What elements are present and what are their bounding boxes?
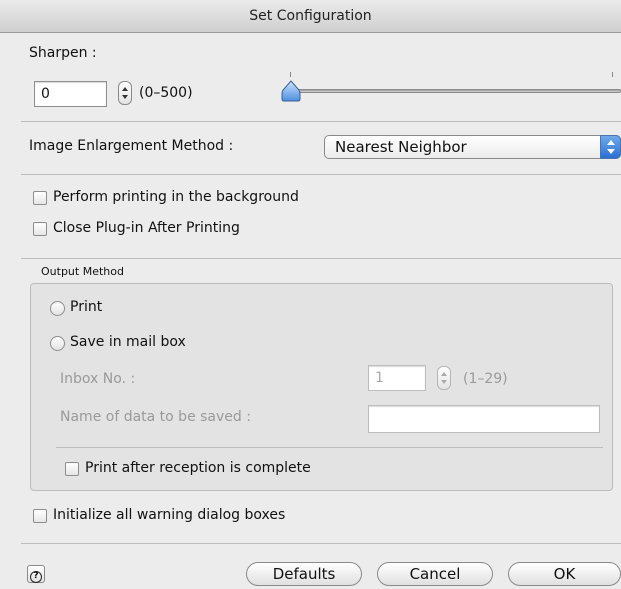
enlargement-selected-value: Nearest Neighbor bbox=[335, 138, 467, 156]
print-after-reception-label[interactable]: Print after reception is complete bbox=[85, 460, 311, 476]
separator bbox=[21, 543, 621, 544]
sharpen-stepper[interactable] bbox=[118, 81, 132, 105]
enlargement-method-select[interactable]: Nearest Neighbor bbox=[324, 135, 621, 159]
sharpen-slider-thumb[interactable] bbox=[281, 80, 301, 102]
slider-min-tick bbox=[290, 72, 291, 77]
help-button[interactable]: ? bbox=[27, 565, 45, 583]
enlargement-label: Image Enlargement Method : bbox=[29, 138, 234, 154]
print-radio-label[interactable]: Print bbox=[70, 299, 102, 315]
separator bbox=[56, 447, 603, 448]
close-plugin-checkbox[interactable] bbox=[33, 222, 47, 236]
data-name-label: Name of data to be saved : bbox=[60, 409, 251, 425]
window-title: Set Configuration bbox=[0, 0, 621, 33]
sharpen-range-label: (0–500) bbox=[139, 85, 193, 101]
inbox-no-label: Inbox No. : bbox=[60, 371, 136, 387]
close-plugin-label[interactable]: Close Plug-in After Printing bbox=[53, 220, 240, 236]
stepper-down-icon[interactable] bbox=[122, 95, 128, 99]
sharpen-slider-track[interactable] bbox=[287, 89, 621, 93]
init-warnings-label[interactable]: Initialize all warning dialog boxes bbox=[53, 507, 285, 523]
mailbox-radio-label[interactable]: Save in mail box bbox=[70, 334, 186, 350]
stepper-up-icon[interactable] bbox=[441, 372, 447, 376]
inbox-range-label: (1–29) bbox=[463, 371, 508, 387]
separator bbox=[21, 258, 621, 259]
separator bbox=[21, 121, 621, 122]
print-after-reception-checkbox[interactable] bbox=[65, 462, 79, 476]
data-name-input[interactable] bbox=[368, 405, 600, 433]
defaults-button[interactable]: Defaults bbox=[246, 562, 362, 586]
help-icon: ? bbox=[30, 571, 42, 583]
print-radio[interactable] bbox=[50, 301, 65, 316]
separator bbox=[21, 174, 621, 175]
output-method-group-label: Output Method bbox=[41, 265, 124, 278]
inbox-no-stepper[interactable] bbox=[437, 366, 451, 390]
popup-arrows-icon bbox=[600, 135, 621, 159]
background-print-label[interactable]: Perform printing in the background bbox=[53, 189, 299, 205]
background-print-checkbox[interactable] bbox=[33, 191, 47, 205]
mailbox-radio[interactable] bbox=[50, 336, 65, 351]
inbox-no-input[interactable]: 1 bbox=[368, 365, 426, 391]
ok-button[interactable]: OK bbox=[508, 562, 621, 586]
sharpen-label: Sharpen : bbox=[29, 45, 97, 61]
stepper-up-icon[interactable] bbox=[122, 87, 128, 91]
cancel-button[interactable]: Cancel bbox=[377, 562, 493, 586]
stepper-down-icon[interactable] bbox=[441, 380, 447, 384]
init-warnings-checkbox[interactable] bbox=[33, 509, 47, 523]
slider-max-tick bbox=[612, 72, 613, 77]
sharpen-input[interactable]: 0 bbox=[34, 81, 107, 107]
